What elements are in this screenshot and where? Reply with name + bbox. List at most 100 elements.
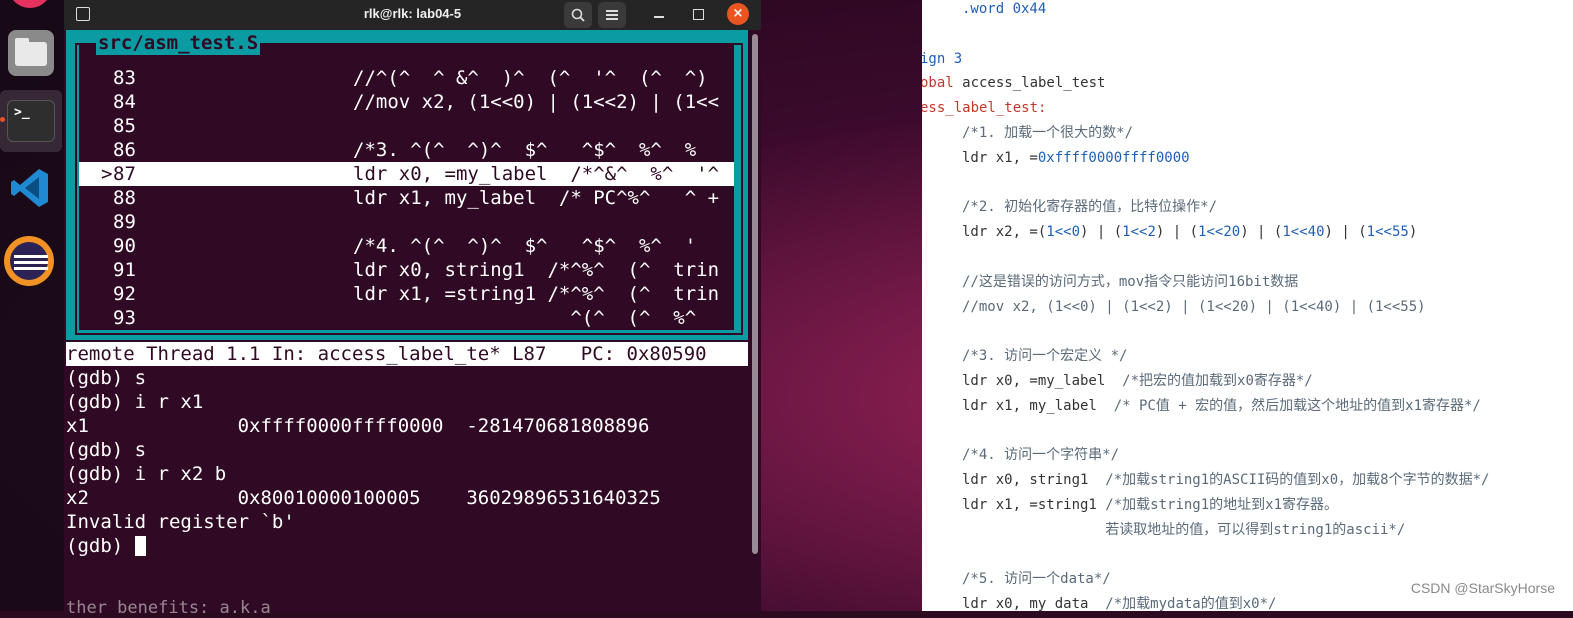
editor-token: .word 0x44 [962,1,1047,17]
editor-token: ldr x1, = [962,149,1038,166]
editor-line: obal access_label_test [922,71,1105,96]
line-code: ldr x1, =string1 /*^%^ (^ trin [353,283,720,305]
editor-token: /*4. 访问一个字符串*/ [962,447,1120,464]
editor-token: ldr x0, =my_label [962,373,1123,389]
source-line: 88 ldr x1, my_label /* PC^%^ ^ + [79,186,734,210]
editor-token: /*3. 访问一个宏定义 */ [962,348,1128,365]
line-code: //mov x2, (1<<0) | (1<<2) | (1<< [353,91,720,113]
editor-line: /*5. 访问一个data*/ [962,567,1111,592]
line-code: /*4. ^(^ ^)^ $^ ^$^ %^ ' [353,235,697,257]
vscode-icon[interactable] [8,166,52,210]
editor-line: 若读取地址的值，可以得到string1的ascii*/ [962,518,1405,543]
terminal-icon[interactable]: >_ [7,100,55,142]
line-number: 86 [113,139,136,161]
editor-line: ign 3 [922,47,962,72]
gdb-output-line: (gdb) s [66,439,147,461]
editor-token: ldr x1, my_label [962,397,1114,414]
source-line: 84 //mov x2, (1<<0) | (1<<2) | (1<< [79,90,734,114]
text-cursor [134,536,146,556]
line-code: ldr x0, string1 /*^%^ (^ trin [353,259,720,281]
editor-line: ldr x1, =0xffff0000ffff0000 [962,146,1190,171]
source-line: 85 [79,114,734,138]
gdb-console[interactable]: (gdb) s (gdb) i r x1 x1 0xffff0000ffff0000… [66,366,748,558]
editor-token: 1<<40 [1282,224,1325,241]
line-code: ldr x0, =my_label /*^&^ %^ '^ [353,163,720,185]
menu-button[interactable] [598,2,626,28]
editor-token: 若读取地址的值，可以得到string1的ascii*/ [962,521,1406,538]
editor-token: //mov x2, (1<<0) | (1<<2) | (1<<20) | (1… [962,298,1426,315]
source-line: 91 ldr x0, string1 /*^%^ (^ trin [79,258,734,282]
running-indicator [0,117,5,122]
maximize-button[interactable] [688,4,710,26]
line-code: ^(^ (^ %^ [353,307,697,329]
minimize-button[interactable] [648,4,670,26]
gdb-output-line: (gdb) i r x2 b [66,463,227,485]
source-panel: 83 //^(^ ^ &^ )^ (^ '^ (^ ^) 84 //mov x2, (… [66,30,748,340]
gdb-output-line: x1 0xffff0000ffff0000 -281470681808896 [66,415,650,437]
line-number: 92 [113,283,136,305]
search-button[interactable] [564,2,592,28]
line-number: 91 [113,259,136,281]
line-number: 88 [113,187,136,209]
gdb-output-line: (gdb) [66,534,748,558]
editor-line: .word 0x44 [962,0,1046,22]
scrollbar-thumb[interactable] [752,34,758,554]
residual-text: ther benefits: a.k.a [66,598,271,618]
editor-line: //这是错误的访问方式，mov指令只能访问16bit数据 [962,270,1298,295]
editor-token: 1<<0 [1046,224,1081,241]
line-number: 90 [113,235,136,257]
close-button[interactable]: × [727,3,749,25]
editor-line: ldr x1, my_label /* PC值 + 宏的值，然后加载这个地址的值… [962,394,1481,419]
editor-token: /*5. 访问一个data*/ [962,571,1111,588]
line-code: //^(^ ^ &^ )^ (^ '^ (^ ^) [353,67,708,89]
title-bar: rlk@rlk: lab04-5 × [64,0,761,30]
terminal-glyph: >_ [14,105,30,120]
editor-line: /*3. 访问一个宏定义 */ [962,344,1127,369]
editor-line: ldr x2, =(1<<0) | (1<<2) | (1<<20) | (1<… [962,220,1417,245]
editor-line: //mov x2, (1<<0) | (1<<2) | (1<<20) | (1… [962,295,1426,320]
editor-line: ldr x0, my_data /*加载mydata的值到x0*/ [962,592,1276,611]
line-number: 85 [113,115,136,137]
files-icon[interactable] [8,30,54,76]
editor-token: ) | ( [1240,224,1283,241]
editor-token: /*1. 加载一个很大的数*/ [962,125,1134,141]
editor-line: /*2. 初始化寄存器的值，比特位操作*/ [962,195,1217,220]
editor-token: ) | ( [1080,224,1123,241]
source-code-view[interactable]: 83 //^(^ ^ &^ )^ (^ '^ (^ ^) 84 //mov x2, (… [79,43,734,330]
editor-token: 1<<20 [1198,224,1241,241]
gdb-status-bar: remote Thread 1.1 In: access_label_te* L… [66,342,748,366]
editor-token: access_label_test [953,75,1106,92]
editor-token: ) | ( [1324,224,1367,241]
editor-token: ldr x0, my_data [962,596,1106,611]
source-line: 92 ldr x1, =string1 /*^%^ (^ trin [79,282,734,306]
editor-token: ) | ( [1155,224,1199,241]
editor-token: /*加载mydata的值到x0*/ [1105,596,1277,611]
gdb-output-line: (gdb) s [66,367,147,389]
line-number: 83 [113,67,136,89]
terminal-window: rlk@rlk: lab04-5 × 83 //^(^ ^ &^ )^ (^ '^… [64,0,761,618]
source-panel-title: src/asm_test.S [96,31,261,55]
editor-token: /*加载string1的地址到x1寄存器。 [1105,497,1339,513]
gdb-output-line: x2 0x80010000100005 36029896531640325 [66,487,661,509]
editor-token: /*把宏的值加载到x0寄存器*/ [1122,373,1313,389]
current-source-line: >87 ldr x0, =my_label /*^&^ %^ '^ [79,162,734,186]
editor-token: //这是错误的访问方式，mov指令只能访问16bit数据 [962,273,1299,290]
editor-token: ldr x0, string1 [962,472,1106,489]
line-number: 87 [113,163,136,185]
watermark: CSDN @StarSkyHorse [1410,580,1555,596]
editor-line: ldr x0, string1 /*加载string1的ASCII码的值到x0，… [962,468,1489,493]
current-line-marker: > [101,163,113,185]
eclipse-icon[interactable] [4,236,54,286]
search-icon [571,8,585,22]
editor-token: ess_label_test: [922,100,1047,117]
terminal-scrollbar[interactable] [752,34,758,604]
code-editor-view[interactable]: .word 0x44 ign 3 obal access_label_testess… [922,0,1573,611]
editor-line: ess_label_test: [922,96,1046,121]
app-icon[interactable] [8,0,52,8]
source-line: 90 /*4. ^(^ ^)^ $^ ^$^ %^ ' [79,234,734,258]
line-code: /*3. ^(^ ^)^ $^ ^$^ %^ % [353,139,697,161]
source-line: 86 /*3. ^(^ ^)^ $^ ^$^ %^ % [79,138,734,162]
editor-line: /*4. 访问一个字符串*/ [962,443,1119,468]
line-number: 93 [113,307,136,329]
editor-token: 1<<2 [1122,224,1156,241]
